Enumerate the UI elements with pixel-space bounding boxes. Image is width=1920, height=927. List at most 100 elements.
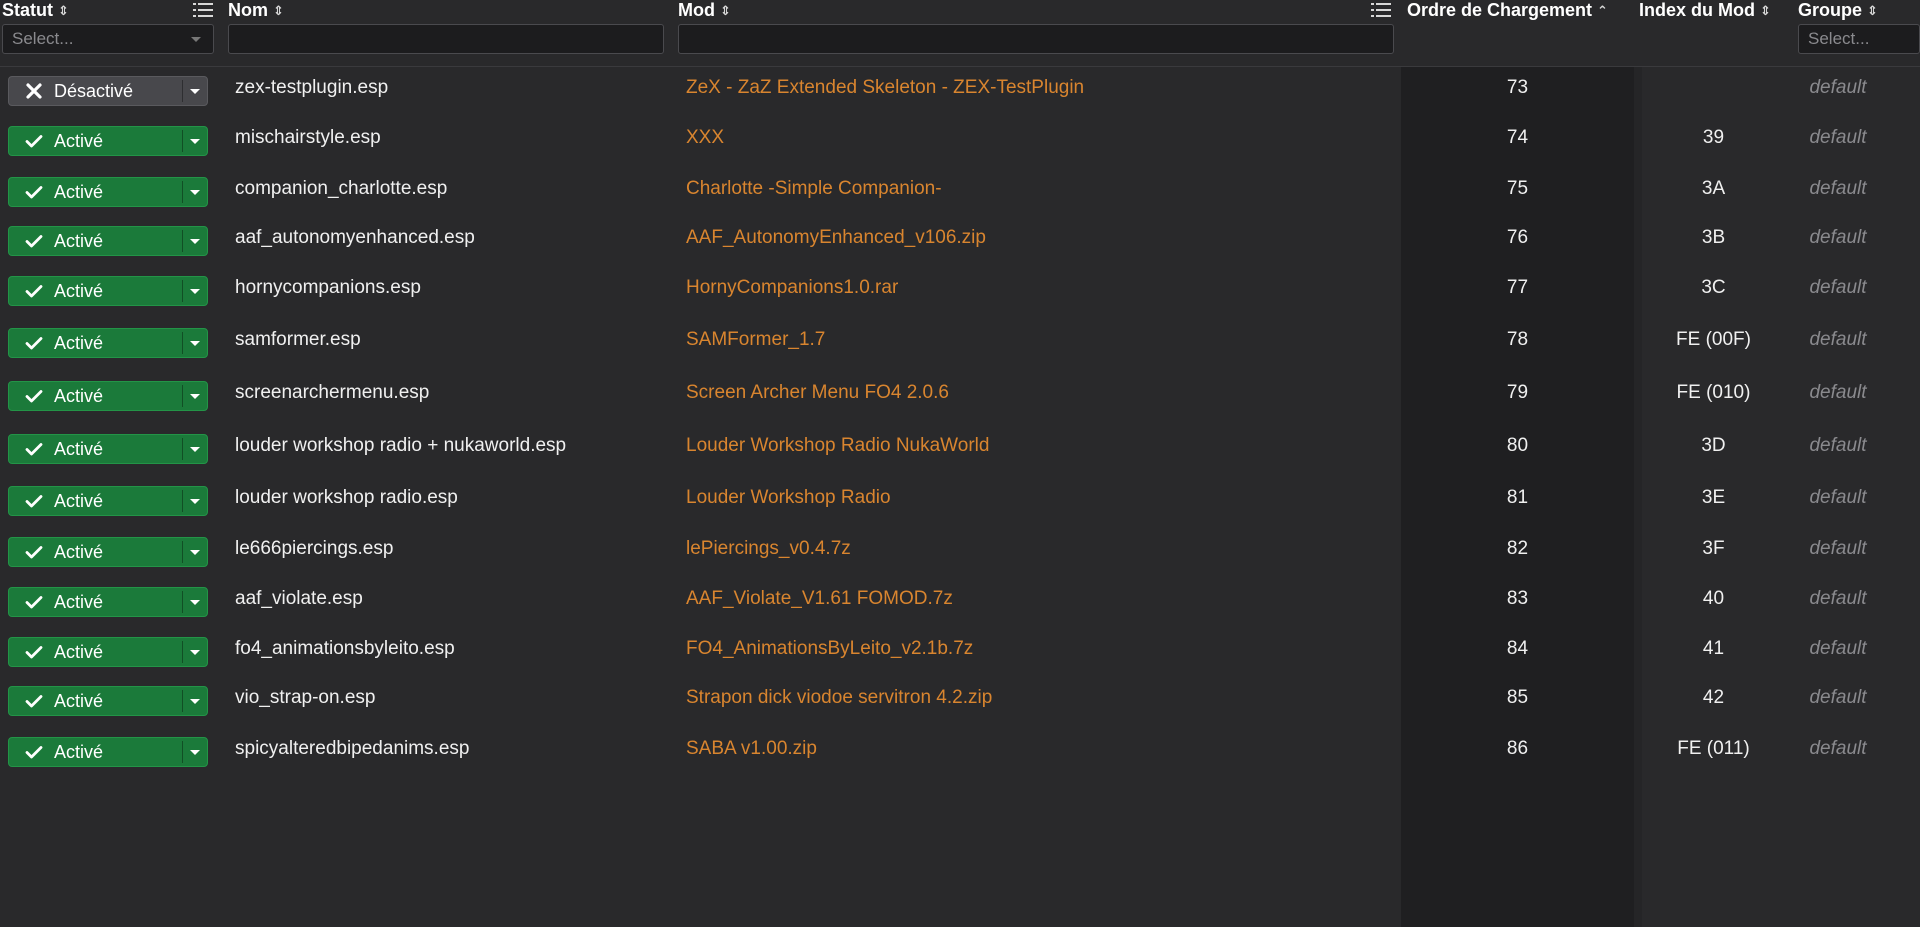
status-button-main[interactable]: Activé — [9, 638, 182, 666]
column-index-title[interactable]: Index du Mod ⇕ — [1639, 0, 1771, 22]
mod-link[interactable]: AAF_AutonomyEnhanced_v106.zip — [686, 213, 986, 263]
mod-link[interactable]: ZeX - ZaZ Extended Skeleton - ZEX-TestPl… — [686, 63, 1084, 113]
load-order-value: 80 — [1506, 435, 1529, 456]
mod-link[interactable]: Screen Archer Menu FO4 2.0.6 — [686, 368, 949, 418]
status-button-main[interactable]: Désactivé — [9, 77, 182, 105]
group-filter-select[interactable]: Select... — [1798, 24, 1920, 54]
status-button-main[interactable]: Activé — [9, 487, 182, 515]
group-value: default — [1809, 538, 1867, 559]
plugin-name: fo4_animationsbyleito.esp — [235, 638, 455, 659]
column-index-label: Index du Mod — [1639, 0, 1755, 20]
status-button-main[interactable]: Activé — [9, 127, 182, 155]
status-toggle-button[interactable]: Activé — [8, 686, 208, 716]
status-dropdown-chevron-down-icon[interactable] — [183, 487, 207, 515]
table-row[interactable]: Activé hornycompanions.esp HornyCompanions… — [0, 263, 1920, 313]
status-button-main[interactable]: Activé — [9, 329, 182, 357]
table-row[interactable]: Activé vio_strap-on.esp Strapon dick viodo… — [0, 673, 1920, 723]
status-toggle-button[interactable]: Activé — [8, 126, 208, 156]
mod-link[interactable]: Charlotte -Simple Companion- — [686, 164, 942, 214]
table-row[interactable]: Activé le666piercings.esp lePiercings_v0.4… — [0, 524, 1920, 574]
status-dropdown-chevron-down-icon[interactable] — [183, 538, 207, 566]
status-dropdown-chevron-down-icon[interactable] — [183, 687, 207, 715]
mod-index-value: 42 — [1702, 687, 1725, 708]
mod-link[interactable]: AAF_Violate_V1.61 FOMOD.7z — [686, 574, 953, 624]
mod-link[interactable]: lePiercings_v0.4.7z — [686, 524, 851, 574]
sort-both-icon: ⇕ — [273, 3, 284, 18]
status-button-main[interactable]: Activé — [9, 435, 182, 463]
table-row[interactable]: Activé louder workshop radio.esp Louder Wo… — [0, 473, 1920, 523]
status-dropdown-chevron-down-icon[interactable] — [183, 435, 207, 463]
chevron-down-icon — [191, 37, 201, 42]
group-value: default — [1809, 329, 1867, 350]
mod-link[interactable]: Louder Workshop Radio — [686, 473, 891, 523]
status-toggle-button[interactable]: Activé — [8, 434, 208, 464]
table-row[interactable]: Activé aaf_violate.esp AAF_Violate_V1.61 F… — [0, 574, 1920, 624]
status-button-main[interactable]: Activé — [9, 588, 182, 616]
mod-link[interactable]: FO4_AnimationsByLeito_v2.1b.7z — [686, 624, 973, 674]
table-row[interactable]: Activé spicyalteredbipedanims.esp SABA v1.… — [0, 724, 1920, 774]
status-button-main[interactable]: Activé — [9, 538, 182, 566]
status-dropdown-chevron-down-icon[interactable] — [183, 178, 207, 206]
table-row[interactable]: Activé aaf_autonomyenhanced.esp AAF_Autono… — [0, 213, 1920, 263]
mod-link[interactable]: XXX — [686, 113, 724, 163]
column-list-icon[interactable] — [192, 0, 214, 20]
group-value: default — [1809, 638, 1867, 659]
status-toggle-button[interactable]: Activé — [8, 226, 208, 256]
status-dropdown-chevron-down-icon[interactable] — [183, 227, 207, 255]
table-row[interactable]: Activé companion_charlotte.esp Charlotte -… — [0, 164, 1920, 214]
status-button-main[interactable]: Activé — [9, 277, 182, 305]
status-dropdown-chevron-down-icon[interactable] — [183, 738, 207, 766]
status-button-main[interactable]: Activé — [9, 738, 182, 766]
table-row[interactable]: Activé fo4_animationsbyleito.esp FO4_Anima… — [0, 624, 1920, 674]
mod-link[interactable]: Louder Workshop Radio NukaWorld — [686, 421, 989, 471]
column-nom-title[interactable]: Nom ⇕ — [228, 0, 284, 22]
load-order-value: 86 — [1506, 738, 1529, 759]
table-row[interactable]: Activé louder workshop radio + nukaworld.… — [0, 421, 1920, 471]
status-label: Activé — [54, 231, 104, 251]
status-dropdown-chevron-down-icon[interactable] — [183, 588, 207, 616]
group-value: default — [1809, 127, 1867, 148]
status-dropdown-chevron-down-icon[interactable] — [183, 382, 207, 410]
status-toggle-button[interactable]: Activé — [8, 486, 208, 516]
group-value: default — [1809, 382, 1867, 403]
name-filter-input[interactable] — [228, 24, 664, 54]
status-toggle-button[interactable]: Activé — [8, 537, 208, 567]
status-dropdown-chevron-down-icon[interactable] — [183, 127, 207, 155]
status-dropdown-chevron-down-icon[interactable] — [183, 638, 207, 666]
status-button-main[interactable]: Activé — [9, 227, 182, 255]
column-groupe-title[interactable]: Groupe ⇕ — [1798, 0, 1878, 22]
mod-link[interactable]: HornyCompanions1.0.rar — [686, 263, 898, 313]
column-statut-title[interactable]: Statut ⇕ — [2, 0, 69, 22]
status-toggle-button[interactable]: Activé — [8, 587, 208, 617]
status-toggle-button[interactable]: Activé — [8, 276, 208, 306]
status-dropdown-chevron-down-icon[interactable] — [183, 329, 207, 357]
check-icon — [25, 232, 43, 250]
status-toggle-button[interactable]: Activé — [8, 381, 208, 411]
status-toggle-button[interactable]: Désactivé — [8, 76, 208, 106]
mod-link[interactable]: Strapon dick viodoe servitron 4.2.zip — [686, 673, 992, 723]
mod-link[interactable]: SAMFormer_1.7 — [686, 315, 825, 365]
status-toggle-button[interactable]: Activé — [8, 177, 208, 207]
mod-index-value: 3F — [1702, 538, 1725, 559]
status-button-main[interactable]: Activé — [9, 178, 182, 206]
status-toggle-button[interactable]: Activé — [8, 637, 208, 667]
status-filter-select[interactable]: Select... — [2, 24, 214, 54]
status-toggle-button[interactable]: Activé — [8, 737, 208, 767]
status-button-main[interactable]: Activé — [9, 687, 182, 715]
mod-filter-input[interactable] — [678, 24, 1394, 54]
status-toggle-button[interactable]: Activé — [8, 328, 208, 358]
status-dropdown-chevron-down-icon[interactable] — [183, 77, 207, 105]
column-ordre-title[interactable]: Ordre de Chargement ⌃ — [1407, 0, 1608, 22]
table-row[interactable]: Désactivé zex-testplugin.esp ZeX - ZaZ Ext… — [0, 63, 1920, 113]
table-row[interactable]: Activé screenarchermenu.esp Screen Archer … — [0, 368, 1920, 418]
table-row[interactable]: Activé samformer.esp SAMFormer_1.7 78 FE (00… — [0, 315, 1920, 365]
table-row[interactable]: Activé mischairstyle.esp XXX 74 39 default — [0, 113, 1920, 163]
status-button-main[interactable]: Activé — [9, 382, 182, 410]
load-order-value: 85 — [1506, 687, 1529, 708]
column-mod-title[interactable]: Mod ⇕ — [678, 0, 731, 22]
load-order-value: 75 — [1506, 178, 1529, 199]
status-dropdown-chevron-down-icon[interactable] — [183, 277, 207, 305]
mod-link[interactable]: SABA v1.00.zip — [686, 724, 817, 774]
column-mod: Mod ⇕ — [678, 0, 1398, 66]
column-list-icon[interactable] — [1370, 0, 1392, 20]
